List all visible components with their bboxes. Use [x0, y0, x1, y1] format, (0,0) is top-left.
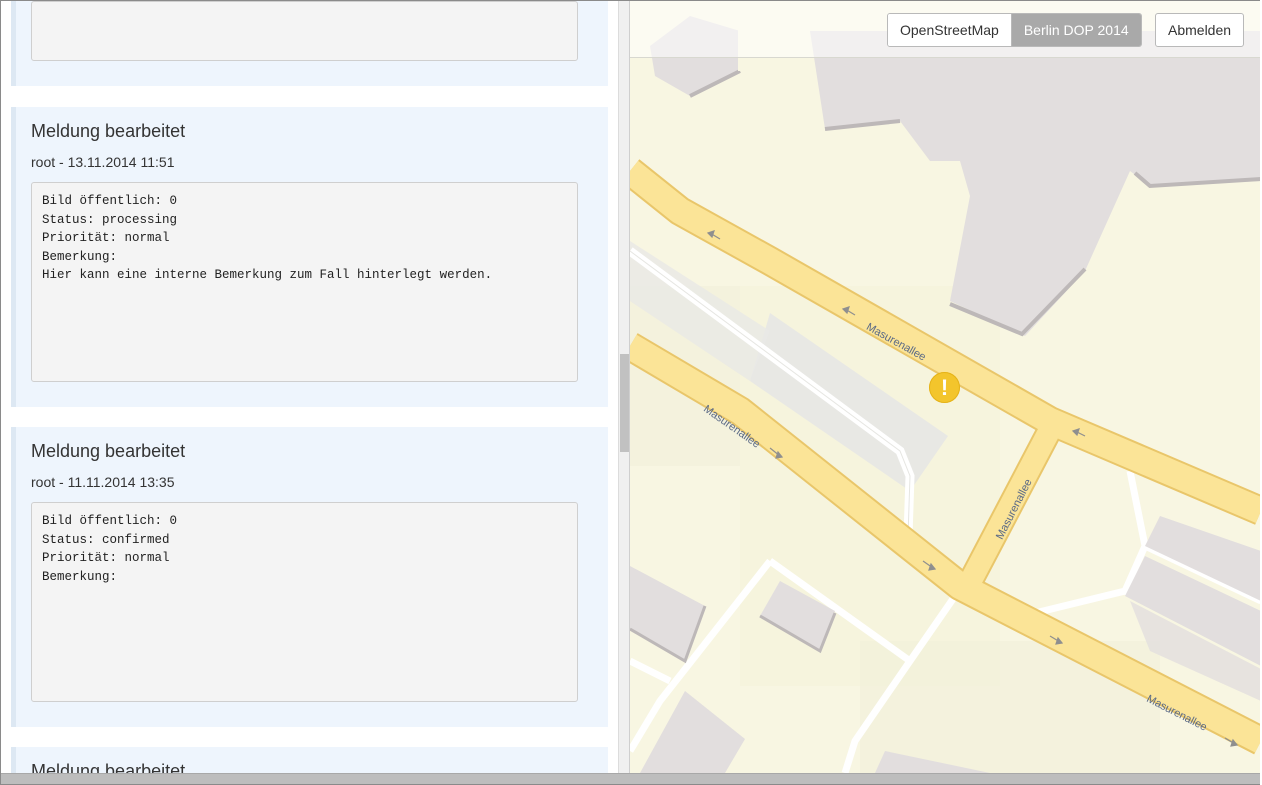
layer-button-openstreetmap[interactable]: OpenStreetMap [888, 14, 1011, 46]
entry-title: Meldung bearbeitet [31, 761, 186, 773]
entry-meta: root - 11.11.2014 13:35 [31, 474, 175, 490]
history-entry: Meldung bearbeitet root - 11.11.2014 13:… [11, 427, 608, 727]
scrollbar-thumb[interactable] [620, 354, 629, 452]
layer-switcher: OpenStreetMap Berlin DOP 2014 [887, 13, 1142, 47]
entry-details: Bild öffentlich: 0 Status: processing Pr… [31, 182, 578, 382]
entry-details [31, 1, 578, 61]
entry-meta: root - 13.11.2014 11:51 [31, 154, 175, 170]
history-entry [11, 1, 608, 86]
entry-details: Bild öffentlich: 0 Status: confirmed Pri… [31, 502, 578, 702]
logout-button[interactable]: Abmelden [1155, 13, 1245, 47]
app-window: Meldung bearbeitet root - 13.11.2014 11:… [0, 0, 1262, 785]
entry-title: Meldung bearbeitet [31, 441, 186, 461]
layer-button-berlin-dop-2014[interactable]: Berlin DOP 2014 [1010, 14, 1141, 46]
map-view[interactable]: Masurenallee Masurenallee Masurenallee M… [630, 1, 1261, 773]
horizontal-scrollbar[interactable] [1, 773, 1261, 784]
history-list[interactable]: Meldung bearbeitet root - 13.11.2014 11:… [1, 1, 618, 773]
history-entry: Meldung bearbeitet root - 13.11.2014 11:… [11, 107, 608, 407]
warning-icon[interactable]: ! [929, 372, 960, 403]
vertical-scrollbar[interactable] [618, 1, 630, 773]
history-entry: Meldung bearbeitet [11, 747, 608, 773]
entry-title: Meldung bearbeitet [31, 121, 186, 141]
